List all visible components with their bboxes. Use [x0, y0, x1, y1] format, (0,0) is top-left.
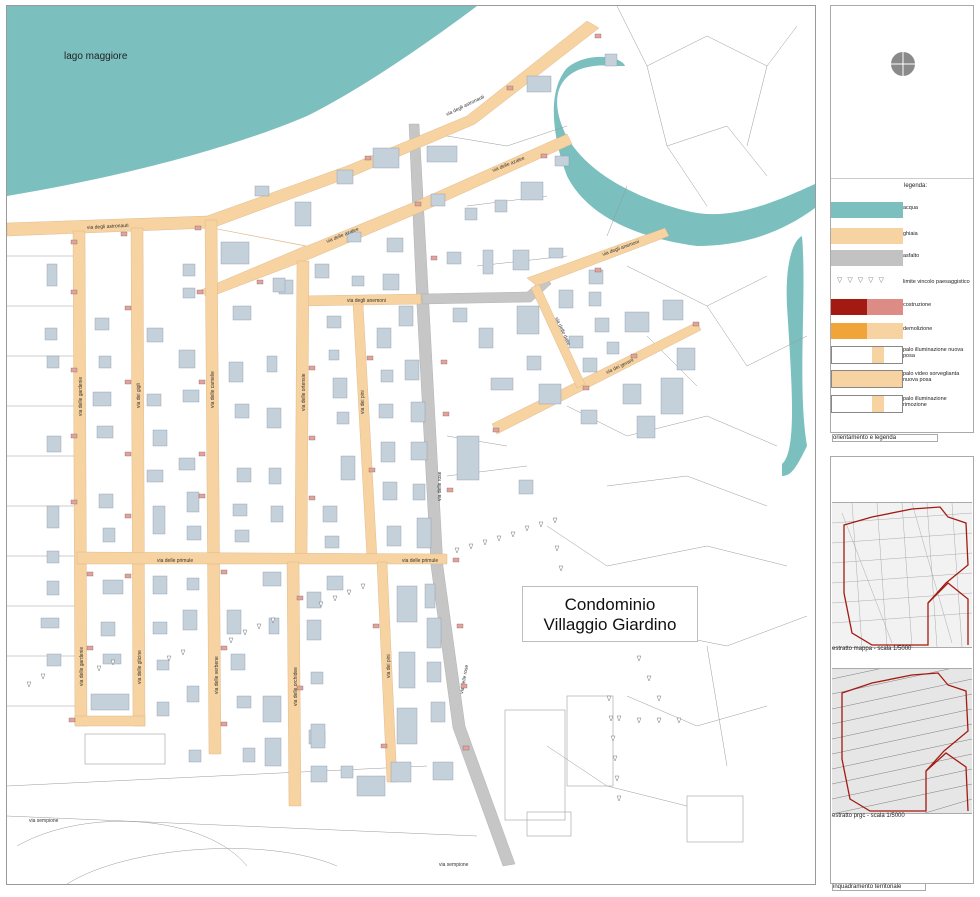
- label-via-gardenie-2: via delle gardenie: [79, 647, 85, 686]
- legend-label: asfalto: [903, 253, 920, 259]
- legend-item-acqua: acqua: [831, 202, 973, 218]
- label-via-sempione: via sempione: [29, 818, 59, 824]
- swatch-ghiaia: [831, 228, 903, 244]
- caption-prgc: estratto prgc - scala 1/5000: [832, 813, 905, 819]
- legend-label: demolizione: [903, 326, 933, 332]
- legend-label: palo illuminazione nuova posa: [903, 347, 964, 359]
- legend-item-palo-rimozione: palo illuminazione rimozione: [831, 395, 973, 413]
- legend-item-ghiaia: ghiaia: [831, 228, 973, 244]
- prgc-drawing: [832, 669, 972, 813]
- legend-item-costruzione: costruzione: [831, 299, 973, 315]
- legend-item-demolizione: demolizione: [831, 323, 973, 339]
- legend-panel: legenda: acqua ghiaia asfalto ▽▽▽▽▽ limi…: [830, 5, 974, 442]
- swatch-demolizione-2: [867, 323, 903, 339]
- label-via-primule-2: via delle primule: [402, 558, 438, 564]
- swatch-costruzione-2: [867, 299, 903, 315]
- label-via-sempione-2: via sempione: [439, 862, 469, 868]
- legend-item-video: palo video sorveglianta nuova posa: [831, 370, 973, 388]
- label-via-camelie: via delle camelie: [210, 371, 216, 408]
- swatch-video: [831, 370, 903, 388]
- label-via-pini: via dei pini: [360, 390, 366, 414]
- label-via-rose: via delle rose: [437, 471, 443, 501]
- legend-label: palo video sorveglianta nuova posa: [903, 371, 960, 383]
- label-via-glicine: via delle glicine: [137, 650, 143, 684]
- legend-title: legenda:: [904, 183, 928, 189]
- lake-area: [7, 6, 477, 196]
- project-title-line2: Villaggio Giardino: [543, 615, 677, 634]
- label-via-gardenie: via delle gardenie: [78, 377, 84, 416]
- label-via-anemoni: via degli anemoni: [347, 298, 386, 304]
- cadastral-map-extract: [832, 502, 972, 648]
- swatch-palo-rimozione: [831, 395, 903, 413]
- asphalt-roads: [408, 123, 552, 867]
- prgc-extract: [832, 668, 972, 814]
- project-title-line1: Condominio: [564, 595, 656, 614]
- swatch-palo-nuova: [831, 346, 903, 364]
- legend-label: limite vincolo paesaggistico: [903, 279, 970, 285]
- label-via-rose-2: via delle rose: [459, 664, 470, 694]
- label-via-pini-2: via dei pini: [386, 654, 392, 678]
- site-plan-map: via degli astronauti via degli astronaut…: [6, 5, 816, 885]
- swatch-acqua: [831, 202, 903, 218]
- legend-label: ghiaia: [903, 231, 918, 237]
- caption-map: estratto mappa - scala 1/5000: [832, 646, 912, 652]
- north-arrow-icon: [891, 52, 915, 76]
- legend-label: palo illuminazione rimozione: [903, 396, 947, 408]
- legend-footer: orientamento e legenda: [832, 434, 938, 442]
- swatch-costruzione: [831, 299, 867, 315]
- project-title-box: Condominio Villaggio Giardino: [522, 586, 698, 642]
- legend-item-asfalto: asfalto: [831, 250, 973, 266]
- label-via-gigli: via dei gigli: [136, 383, 142, 408]
- context-footer: inquadramento territoriale: [832, 883, 926, 891]
- label-via-ortensie: via delle ortensie: [301, 373, 307, 411]
- swatch-limite: ▽▽▽▽▽: [837, 277, 889, 284]
- river: [553, 56, 815, 247]
- street-labels: via degli astronauti via degli astronaut…: [29, 94, 640, 868]
- site-plan-drawing: via degli astronauti via degli astronaut…: [7, 6, 815, 884]
- legend-item-palo-nuova: palo illuminazione nuova posa: [831, 346, 973, 364]
- swatch-asfalto: [831, 250, 903, 266]
- river-branch: [782, 236, 807, 476]
- label-via-primule: via delle primule: [157, 558, 193, 564]
- legend-item-limite: ▽▽▽▽▽ limite vincolo paesaggistico: [831, 276, 973, 292]
- legend-label: costruzione: [903, 302, 932, 308]
- legend-label: acqua: [903, 205, 918, 211]
- swatch-demolizione: [831, 323, 867, 339]
- cadastral-map-drawing: [832, 503, 972, 647]
- label-via-verbene: via delle verbene: [214, 656, 220, 694]
- lake-label: lago maggiore: [64, 51, 128, 62]
